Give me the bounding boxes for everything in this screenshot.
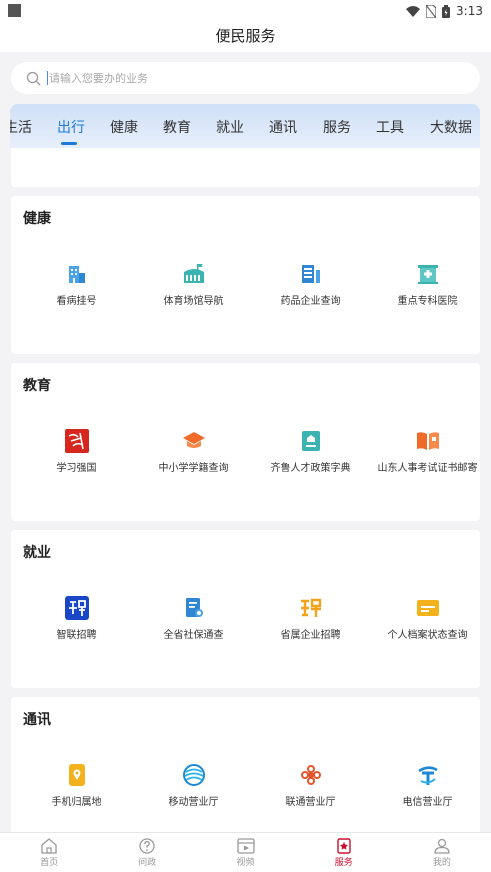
recruit-icon xyxy=(300,598,321,617)
medicine-company-icon xyxy=(301,265,320,283)
zhilian-logo xyxy=(64,596,89,620)
page-title: 便民服务 xyxy=(215,27,276,45)
china-unicom-logo xyxy=(300,765,321,785)
service-label: 体育场馆导航 xyxy=(163,296,224,307)
service-item-china-telecom[interactable]: 电信营业厅 xyxy=(369,763,486,808)
policy-book-icon xyxy=(301,431,320,451)
nav-label: 问政 xyxy=(138,858,157,868)
service-item-phone-location[interactable]: 手机归属地 xyxy=(18,763,135,808)
section-title: 健康 xyxy=(23,211,51,227)
china-mobile-logo xyxy=(182,764,205,786)
service-label: 智联招聘 xyxy=(56,630,97,641)
service-label: 看病挂号 xyxy=(56,296,97,307)
service-label: 药品企业查询 xyxy=(280,296,341,307)
card-icon xyxy=(416,600,439,616)
service-label: 重点专科医院 xyxy=(397,296,458,307)
nav-label: 服务 xyxy=(334,858,353,868)
nav-label: 视频 xyxy=(236,858,255,868)
section-employment: 就业 智联招聘 全省社保通查 省属企业招聘 个人档案状态查询 xyxy=(11,530,480,688)
tab-tools[interactable]: 工具 xyxy=(376,117,404,137)
service-item-appointment[interactable]: 看病挂号 xyxy=(18,262,135,307)
service-label: 手机归属地 xyxy=(51,797,102,808)
search-icon xyxy=(26,71,41,85)
notification-icon xyxy=(8,4,21,17)
section-title: 教育 xyxy=(23,378,51,394)
section-education: 教育 学习强国 中小学学籍查询 齐鲁人才政策字典 山东人事考试证书邮寄 xyxy=(11,363,480,521)
service-label: 移动营业厅 xyxy=(168,797,219,808)
tab-communication[interactable]: 通讯 xyxy=(269,117,297,137)
title-bar: 便民服务 xyxy=(0,22,491,52)
service-item-china-mobile[interactable]: 移动营业厅 xyxy=(135,763,252,808)
nav-label: 我的 xyxy=(432,858,451,868)
hospital-building-icon xyxy=(68,266,85,283)
social-security-icon xyxy=(185,598,203,617)
service-icon xyxy=(337,838,351,854)
service-item-stadium[interactable]: 体育场馆导航 xyxy=(135,262,252,307)
xuexi-qiangguo-logo xyxy=(64,429,89,453)
nav-label: 首页 xyxy=(40,858,59,868)
section-title: 通讯 xyxy=(23,712,51,728)
service-label: 山东人事考试证书邮寄 xyxy=(377,463,478,474)
hospital-icon xyxy=(417,265,438,284)
service-item-xuexi[interactable]: 学习强国 xyxy=(18,429,135,474)
service-label: 联通营业厅 xyxy=(285,797,336,808)
service-item-personal-archive[interactable]: 个人档案状态查询 xyxy=(369,596,486,641)
no-sim-icon xyxy=(426,4,437,18)
service-label: 个人档案状态查询 xyxy=(387,630,468,641)
tab-service[interactable]: 服务 xyxy=(323,117,351,137)
search-area xyxy=(0,52,491,102)
service-label: 学习强国 xyxy=(56,463,97,474)
service-item-medicine-company[interactable]: 药品企业查询 xyxy=(252,262,369,307)
bottom-navigation: 首页 问政 视频 服务 我的 xyxy=(0,832,491,872)
service-item-specialty-hospital[interactable]: 重点专科医院 xyxy=(369,262,486,307)
search-input[interactable] xyxy=(49,71,429,85)
tab-travel[interactable]: 出行 xyxy=(57,117,85,137)
nav-home[interactable]: 首页 xyxy=(0,833,98,872)
service-item-talent-policy[interactable]: 齐鲁人才政策字典 xyxy=(252,429,369,474)
nav-inquiry[interactable]: 问政 xyxy=(98,833,196,872)
service-list[interactable]: 健康 看病挂号 体育场馆导航 药品企业查询 重点专科医院 教育 学习强国 中小学… xyxy=(0,148,491,832)
section-health: 健康 看病挂号 体育场馆导航 药品企业查询 重点专科医院 xyxy=(11,196,480,354)
tab-health[interactable]: 健康 xyxy=(110,117,138,137)
clock: 3:13 xyxy=(456,4,483,18)
service-label: 电信营业厅 xyxy=(402,797,453,808)
service-label: 齐鲁人才政策字典 xyxy=(270,463,351,474)
nav-video[interactable]: 视频 xyxy=(196,833,294,872)
question-icon xyxy=(139,838,155,854)
service-item-student-status[interactable]: 中小学学籍查询 xyxy=(135,429,252,474)
service-label: 省属企业招聘 xyxy=(280,630,341,641)
service-item-social-security[interactable]: 全省社保通查 xyxy=(135,596,252,641)
video-icon xyxy=(236,838,255,854)
service-item-china-unicom[interactable]: 联通营业厅 xyxy=(252,763,369,808)
service-item-zhilian[interactable]: 智联招聘 xyxy=(18,596,135,641)
travel-card-remnant xyxy=(11,148,480,187)
home-icon xyxy=(41,838,57,854)
tab-big-data[interactable]: 大数据 xyxy=(430,117,472,137)
graduation-cap-icon xyxy=(182,432,205,448)
phone-location-icon xyxy=(68,764,85,786)
section-title: 就业 xyxy=(23,545,51,561)
text-caret xyxy=(47,71,48,85)
service-item-exam-certificate[interactable]: 山东人事考试证书邮寄 xyxy=(369,429,486,474)
china-telecom-logo xyxy=(417,766,438,785)
wifi-icon xyxy=(406,5,421,17)
user-icon xyxy=(434,838,450,854)
section-communication: 通讯 手机归属地 移动营业厅 联通营业厅 电信营业厅 xyxy=(11,697,480,832)
service-label: 中小学学籍查询 xyxy=(158,463,229,474)
category-tabs: 生活 出行 健康 教育 就业 通讯 服务 工具 大数据 xyxy=(10,104,480,148)
battery-icon xyxy=(442,4,451,18)
tab-employment[interactable]: 就业 xyxy=(216,117,244,137)
nav-profile[interactable]: 我的 xyxy=(393,833,491,872)
open-book-icon xyxy=(416,432,439,450)
search-box[interactable] xyxy=(11,62,480,94)
service-label: 全省社保通查 xyxy=(163,630,224,641)
tab-life[interactable]: 生活 xyxy=(10,117,32,137)
tab-education[interactable]: 教育 xyxy=(163,117,191,137)
nav-service[interactable]: 服务 xyxy=(295,833,393,872)
status-bar: 3:13 xyxy=(0,0,491,22)
service-item-state-enterprise-recruit[interactable]: 省属企业招聘 xyxy=(252,596,369,641)
stadium-icon xyxy=(183,264,204,283)
active-tab-indicator xyxy=(61,142,77,145)
